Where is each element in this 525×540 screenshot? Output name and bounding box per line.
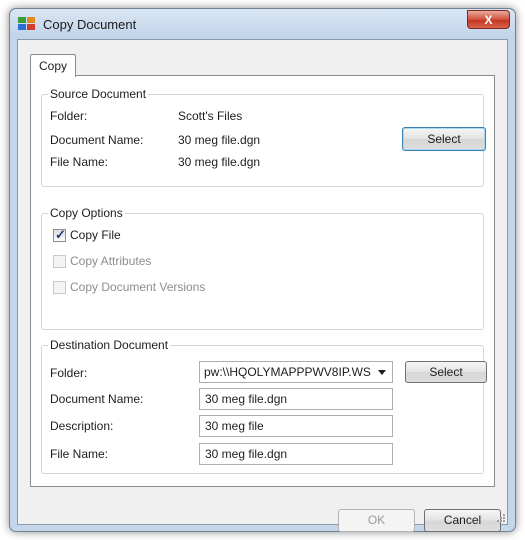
copy-versions-label[interactable]: Copy Document Versions — [70, 280, 205, 294]
chevron-down-icon — [378, 370, 386, 375]
source-document-group: Source Document Folder: Scott's Files Do… — [41, 87, 486, 187]
close-icon: X — [484, 13, 493, 27]
source-folder-label: Folder: — [50, 109, 88, 123]
checkmark-icon: ✓ — [55, 227, 66, 242]
copy-options-group: Copy Options ✓ Copy File Copy Attributes… — [41, 206, 484, 330]
source-group-title: Source Document — [48, 87, 149, 101]
window-title: Copy Document — [43, 17, 137, 32]
destination-folder-dropdown[interactable]: pw:\\HQOLYMAPPPWV8IP.WS — [199, 361, 393, 383]
source-folder-value: Scott's Files — [178, 109, 243, 123]
destination-docname-field[interactable]: 30 meg file.dgn — [199, 388, 393, 410]
copy-file-checkbox[interactable]: ✓ — [53, 227, 66, 242]
source-filename-label: File Name: — [50, 155, 109, 169]
destination-document-group: Destination Document Folder: pw:\\HQOLYM… — [41, 338, 487, 474]
destination-description-field[interactable]: 30 meg file — [199, 415, 393, 437]
ok-button[interactable]: OK — [338, 509, 415, 532]
destination-group-title: Destination Document — [48, 338, 171, 352]
options-group-title: Copy Options — [48, 206, 125, 220]
destination-docname-label: Document Name: — [50, 392, 144, 406]
copy-file-label[interactable]: Copy File — [70, 228, 121, 242]
close-button[interactable]: X — [467, 10, 510, 29]
source-docname-value: 30 meg file.dgn — [178, 133, 261, 147]
copy-document-dialog: Copy Document X Copy Source Document Fol… — [9, 8, 516, 532]
destination-select-button[interactable]: Select — [405, 361, 487, 383]
copy-attributes-checkbox[interactable] — [53, 255, 66, 268]
copy-attributes-label[interactable]: Copy Attributes — [70, 254, 151, 268]
destination-description-label: Description: — [50, 419, 114, 433]
destination-folder-value: pw:\\HQOLYMAPPPWV8IP.WS — [204, 365, 371, 379]
copy-tab-panel: Source Document Folder: Scott's Files Do… — [30, 75, 495, 487]
destination-folder-label: Folder: — [50, 366, 88, 380]
copy-versions-checkbox[interactable] — [53, 281, 66, 294]
destination-filename-field[interactable]: 30 meg file.dgn — [199, 443, 393, 465]
cancel-button[interactable]: Cancel — [424, 509, 501, 532]
dialog-body: Copy Source Document Folder: Scott's Fil… — [17, 39, 508, 532]
title-bar[interactable]: Copy Document X — [10, 9, 515, 39]
tab-copy[interactable]: Copy — [30, 54, 76, 77]
resize-grip-icon[interactable] — [495, 512, 505, 522]
source-docname-label: Document Name: — [50, 133, 144, 147]
source-filename-value: 30 meg file.dgn — [178, 155, 261, 169]
source-select-button[interactable]: Select — [402, 127, 486, 151]
app-icon — [18, 17, 35, 30]
destination-filename-label: File Name: — [50, 447, 109, 461]
